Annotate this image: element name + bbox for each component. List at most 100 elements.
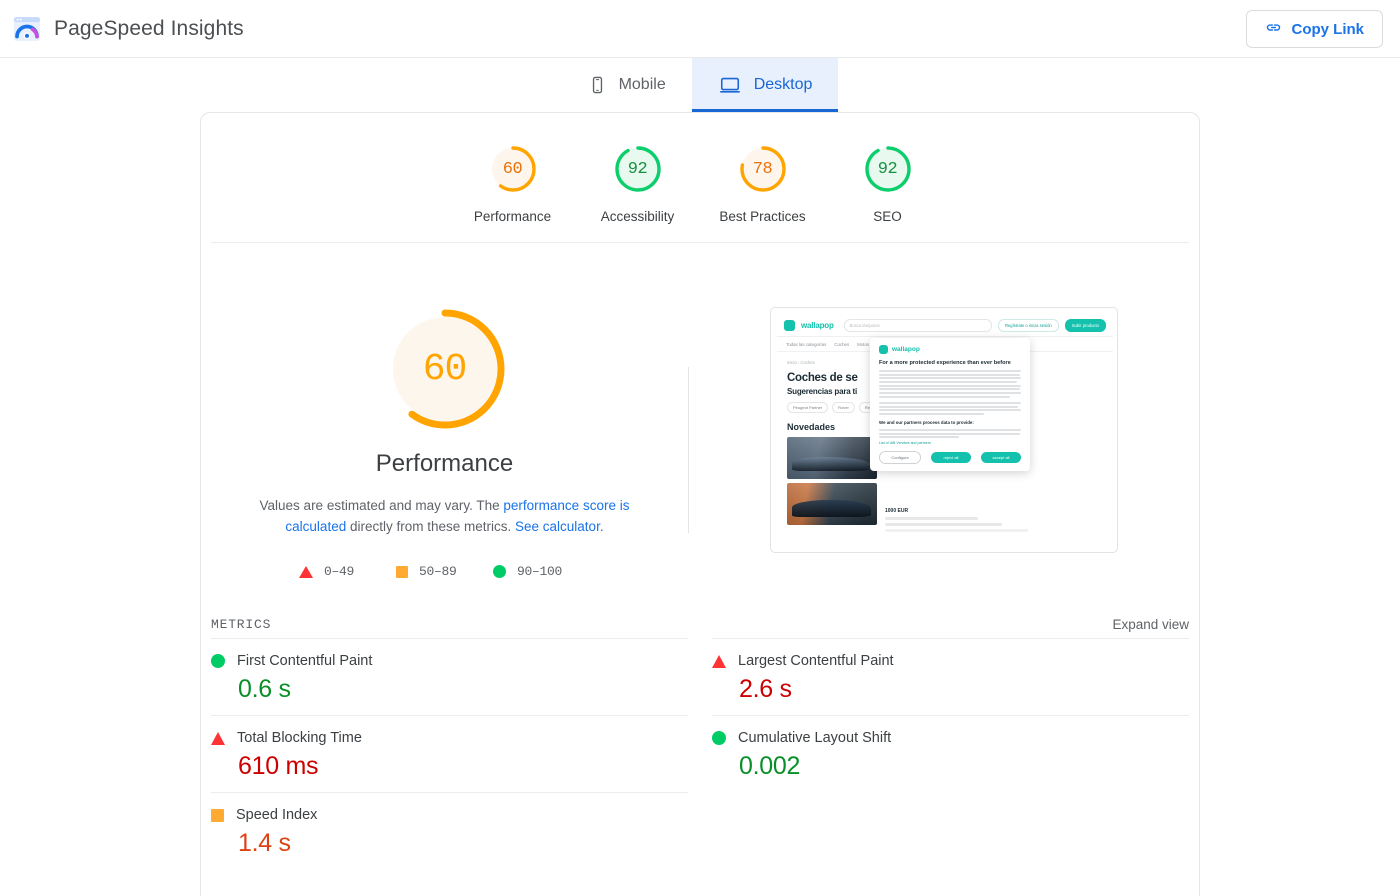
- square-orange-icon: [396, 565, 408, 578]
- metric-row[interactable]: Cumulative Layout Shift 0.002: [712, 715, 1189, 792]
- hero-left: 60 Performance Values are estimated and …: [201, 301, 688, 579]
- legend-item-poor: 0–49: [299, 564, 396, 579]
- score-item-best-practices[interactable]: 78 Best Practices: [700, 142, 825, 224]
- wallapop-logo-icon: [879, 345, 888, 354]
- site-login-button: Regístrate o inicia sesión: [997, 318, 1059, 332]
- site-listing-price: 1000 EUR: [885, 508, 909, 514]
- tab-mobile[interactable]: Mobile: [562, 58, 692, 112]
- metric-row[interactable]: Total Blocking Time 610 ms: [211, 715, 688, 792]
- hero-desc-prefix: Values are estimated and may vary. The: [259, 498, 504, 513]
- tab-mobile-label: Mobile: [618, 76, 666, 93]
- hero-description: Values are estimated and may vary. The p…: [241, 495, 649, 537]
- page-screenshot: wallapop Busca lámparas Regístrate o ini…: [777, 314, 1113, 546]
- tab-desktop[interactable]: Desktop: [691, 58, 839, 112]
- score-label-seo: SEO: [873, 209, 902, 224]
- copy-link-label: Copy Link: [1291, 20, 1364, 38]
- modal-paragraph-1: [879, 370, 1021, 398]
- score-item-performance[interactable]: 60 Performance: [450, 142, 575, 224]
- performance-hero: 60 Performance Values are estimated and …: [201, 243, 1199, 579]
- modal-logo-label: wallapop: [892, 346, 920, 353]
- circle-green-icon: [493, 565, 506, 578]
- metric-name: Largest Contentful Paint: [738, 653, 894, 669]
- site-listing-image-1: [787, 437, 877, 479]
- hero-title: Performance: [375, 450, 514, 477]
- brand: PageSpeed Insights: [12, 14, 244, 44]
- gauge-seo: 92: [861, 142, 915, 196]
- modal-configure-button: Configure: [879, 451, 921, 464]
- wallapop-logo-icon: [784, 319, 795, 331]
- hero-desc-middle: directly from these metrics.: [346, 519, 516, 534]
- metrics-grid: First Contentful Paint 0.6 s Total Block…: [211, 638, 1189, 869]
- legend-item-good: 90–100: [493, 564, 590, 579]
- site-upload-button: Subir producto: [1064, 318, 1106, 332]
- triangle-red-icon: [712, 654, 726, 668]
- site-chip-rover: Rover: [832, 402, 855, 413]
- gauge-performance: 60: [486, 142, 540, 196]
- triangle-red-icon: [299, 565, 313, 578]
- modal-accept-button: accept all: [981, 452, 1021, 463]
- circle-green-icon: [712, 731, 726, 745]
- site-topbar: wallapop Busca lámparas Regístrate o ini…: [777, 314, 1113, 337]
- metric-value: 1.4 s: [238, 829, 291, 857]
- site-listing-image-2: [787, 483, 877, 525]
- legend-range-average: 50–89: [419, 564, 457, 579]
- site-search-placeholder: Busca lámparas: [849, 322, 880, 328]
- site-search-input: Busca lámparas: [843, 318, 992, 332]
- gauge-accessibility: 92: [611, 142, 665, 196]
- legend-item-average: 50–89: [396, 564, 493, 579]
- pagespeed-logo-icon: [12, 14, 42, 44]
- page-screenshot-frame[interactable]: wallapop Busca lámparas Regístrate o ini…: [770, 307, 1118, 553]
- desktop-icon: [718, 74, 742, 96]
- gauge-seo-value: 92: [877, 159, 898, 179]
- metric-name: Speed Index: [236, 807, 318, 823]
- modal-subtitle: We and our partners process data to prov…: [879, 419, 974, 425]
- score-item-seo[interactable]: 92 SEO: [825, 142, 950, 224]
- gauge-accessibility-value: 92: [627, 159, 648, 179]
- site-listing-line: [885, 523, 1002, 526]
- site-nav-item-cars: Coches: [834, 341, 850, 347]
- score-label-best-practices: Best Practices: [719, 209, 806, 224]
- metric-value: 2.6 s: [739, 675, 792, 703]
- score-legend: 0–49 50–89 90–100: [299, 564, 590, 579]
- score-item-accessibility[interactable]: 92 Accessibility: [575, 142, 700, 224]
- score-summary: 60 Performance 92 Accessibility 78 Best …: [211, 113, 1189, 243]
- circle-green-icon: [211, 654, 225, 668]
- metric-value: 610 ms: [238, 752, 319, 780]
- metric-value: 0.6 s: [238, 675, 291, 703]
- gauge-best-practices-value: 78: [752, 159, 773, 179]
- cookie-consent-modal: wallapop For a more protected experience…: [870, 338, 1030, 471]
- site-nav-item-motorcycles: Motos: [857, 341, 870, 347]
- link-icon: [1265, 19, 1282, 40]
- legend-range-good: 90–100: [517, 564, 563, 579]
- tab-desktop-label: Desktop: [753, 76, 813, 93]
- gauge-best-practices: 78: [736, 142, 790, 196]
- modal-logo: wallapop: [879, 345, 1021, 354]
- score-label-accessibility: Accessibility: [600, 209, 675, 224]
- expand-view-button[interactable]: Expand view: [1112, 617, 1189, 632]
- hero-right: wallapop Busca lámparas Regístrate o ini…: [689, 301, 1199, 579]
- metrics-header: METRICS Expand view: [211, 617, 1189, 638]
- copy-link-button[interactable]: Copy Link: [1246, 10, 1383, 48]
- device-tabs: Mobile Desktop: [0, 58, 1400, 112]
- site-listing-line: [885, 517, 978, 520]
- metrics-column-left: First Contentful Paint 0.6 s Total Block…: [211, 638, 688, 869]
- modal-reject-button: reject all: [931, 452, 971, 463]
- square-orange-icon: [211, 808, 224, 822]
- see-calculator-link[interactable]: See calculator.: [515, 519, 604, 534]
- modal-vendors-link: List of IAB Vendors and partners: [879, 441, 931, 446]
- modal-title: For a more protected experience than eve…: [879, 360, 1011, 366]
- metric-name: Cumulative Layout Shift: [738, 730, 892, 746]
- gauge-performance-large-value: 60: [422, 347, 468, 391]
- modal-paragraph-3: [879, 428, 1021, 439]
- metric-value: 0.002: [739, 752, 801, 780]
- site-listing-details: 1000 EUR: [885, 508, 1035, 532]
- metric-row[interactable]: First Contentful Paint 0.6 s: [211, 638, 688, 715]
- metric-name: Total Blocking Time: [237, 730, 362, 746]
- metric-row[interactable]: Speed Index 1.4 s: [211, 792, 688, 869]
- gauge-performance-value: 60: [502, 159, 523, 179]
- triangle-red-icon: [211, 731, 225, 745]
- report-card: 60 Performance 92 Accessibility 78 Best …: [200, 112, 1200, 896]
- legend-range-poor: 0–49: [324, 564, 355, 579]
- mobile-icon: [588, 74, 607, 96]
- metric-row[interactable]: Largest Contentful Paint 2.6 s: [712, 638, 1189, 715]
